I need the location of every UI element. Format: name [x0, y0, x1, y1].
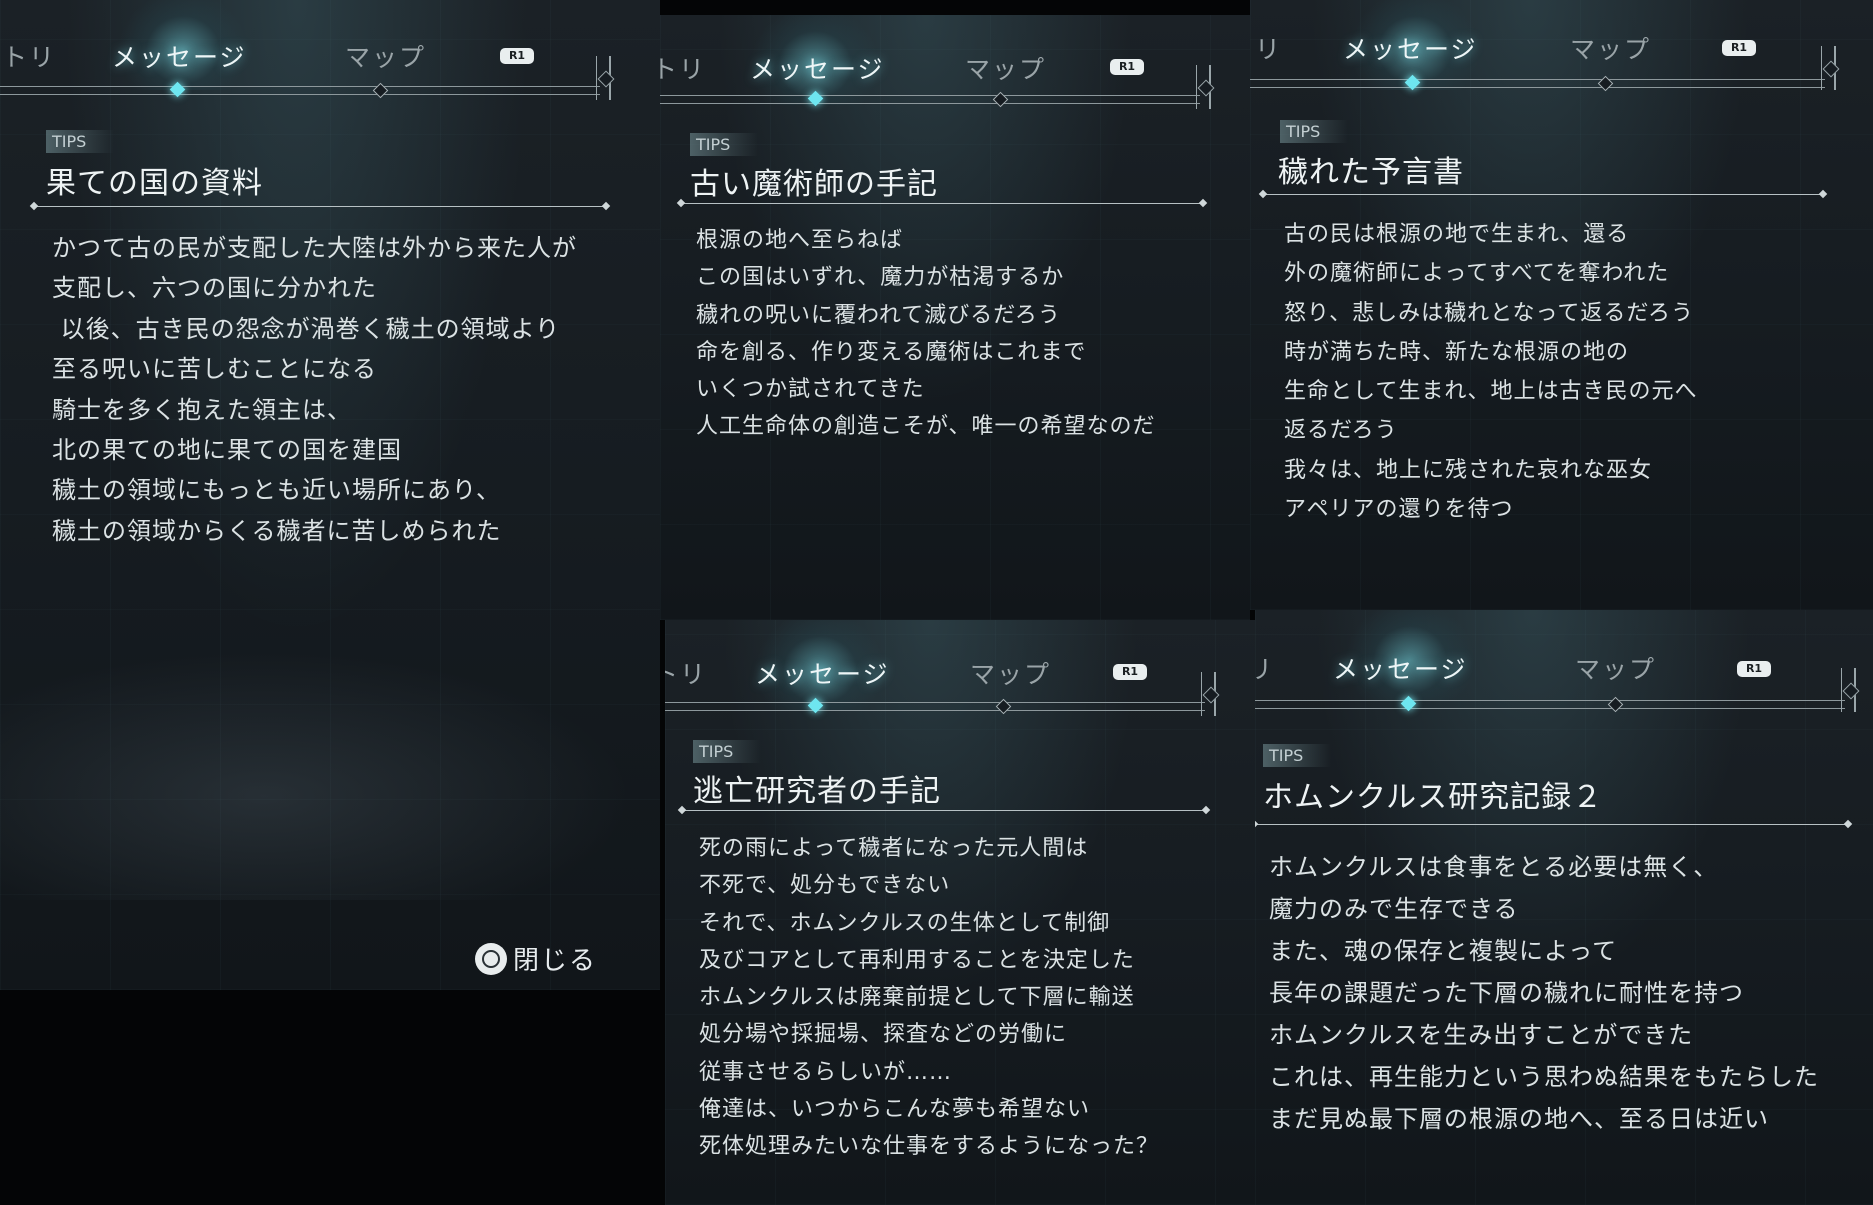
tab-story[interactable]: トリ	[1250, 30, 1282, 66]
body-line: 処分場や採掘場、探査などの労働に	[699, 1022, 1068, 1048]
tab-story[interactable]: トリ	[665, 655, 707, 691]
body-line: 死体処理みたいな仕事をするようになった？	[699, 1134, 1160, 1160]
tips-body: 古の民は根源の地で生まれ、還る 外の魔術師によってすべてを奪われた 怒り、悲しみ…	[1284, 215, 1698, 529]
body-line: 至る呪いに苦しむことになる	[52, 355, 377, 384]
body-line: ホムンクルスを生み出すことができた	[1269, 1021, 1694, 1049]
body-line: これは、再生能力という思わぬ結果をもたらした	[1269, 1063, 1819, 1091]
body-line: 根源の地へ至らねば	[696, 228, 904, 253]
tab-message[interactable]: メッセージ	[112, 38, 247, 74]
tab-story[interactable]: トリ	[660, 50, 706, 86]
body-line: ホムンクルスは食事をとる必要は無く、	[1269, 853, 1719, 881]
body-line: 穢れの呪いに覆われて滅びるだろう	[696, 302, 1061, 328]
tab-map[interactable]: マップ	[965, 50, 1046, 86]
close-button[interactable]: 閉じる	[475, 940, 597, 977]
tab-story[interactable]: トリ	[1255, 650, 1274, 686]
tips-label: TIPS	[1263, 744, 1332, 767]
body-line: 以後、古き民の怨念が渦巻く穢土の領域より	[52, 314, 561, 343]
body-line: この国はいずれ、魔力が枯渇するか	[696, 265, 1065, 291]
tab-map[interactable]: マップ	[1570, 30, 1651, 66]
tips-label: TIPS	[1280, 120, 1349, 143]
tips-title: 古い魔術師の手記	[690, 167, 938, 202]
tab-map[interactable]: マップ	[970, 655, 1051, 691]
body-line: ホムンクルスは廃棄前提として下層に輸送	[699, 985, 1135, 1011]
title-underline	[35, 206, 605, 207]
body-line: いくつか試されてきた	[696, 377, 925, 403]
tab-message[interactable]: メッセージ	[755, 655, 890, 691]
tab-rail	[1250, 74, 1825, 92]
r1-button-icon[interactable]: R1	[500, 48, 534, 64]
tab-map[interactable]: マップ	[345, 38, 426, 74]
tab-message[interactable]: メッセージ	[750, 50, 885, 86]
body-line: 長年の課題だった下層の穢れに耐性を持つ	[1269, 979, 1744, 1007]
close-label: 閉じる	[513, 946, 598, 976]
tab-rail	[660, 90, 1200, 108]
body-line: 死の雨によって穢者になった元人間は	[699, 836, 1089, 861]
body-line: まだ見ぬ最下層の根源の地へ、至る日は近い	[1269, 1105, 1769, 1133]
title-underline	[1255, 824, 1847, 825]
tab-map[interactable]: マップ	[1575, 650, 1656, 686]
r1-button-icon[interactable]: R1	[1110, 59, 1144, 75]
title-underline	[1264, 194, 1822, 195]
tips-label: TIPS	[46, 130, 115, 153]
body-line: 及びコアとして再利用することを決定した	[699, 947, 1135, 973]
tips-label: TIPS	[693, 740, 762, 763]
body-line: 怒り、悲しみは穢れとなって返るだろう	[1284, 300, 1695, 326]
circle-button-icon	[475, 942, 507, 975]
body-line: それで、ホムンクルスの生体として制御	[699, 910, 1111, 936]
tips-title: 穢れた予言書	[1278, 155, 1464, 190]
body-line: 従事させるらしいが……	[699, 1059, 953, 1085]
tab-story[interactable]: トリ	[2, 38, 56, 74]
title-underline	[683, 810, 1205, 811]
tips-title: ホムンクルス研究記録２	[1263, 780, 1604, 815]
message-panel-1: トリ メッセージ マップ R1 TIPS 果ての国の資料 かつて古の民が支配した…	[0, 0, 660, 990]
message-panel-4: トリ メッセージ マップ R1 TIPS 逃亡研究者の手記 死の雨によって穢者に…	[665, 620, 1255, 1205]
body-line: かつて古の民が支配した大陸は外から来た人が	[52, 234, 577, 262]
body-line: 北の果ての地に果ての国を建国	[52, 436, 402, 465]
tab-message[interactable]: メッセージ	[1333, 650, 1468, 686]
body-line: 命を創る、作り変える魔術はこれまで	[696, 339, 1087, 365]
body-line: 俺達は、いつからこんな夢も希望ない	[699, 1097, 1091, 1123]
body-line: 騎士を多く抱えた領主は、	[52, 395, 352, 424]
r1-button-icon[interactable]: R1	[1722, 40, 1756, 56]
tab-message[interactable]: メッセージ	[1343, 30, 1478, 66]
body-line: アペリアの還りを待つ	[1284, 497, 1514, 523]
body-line: 魔力のみで生存できる	[1269, 895, 1519, 923]
message-panel-2: トリ メッセージ マップ R1 TIPS 古い魔術師の手記 根源の地へ至らねば …	[660, 15, 1250, 620]
body-line: 穢土の領域にもっとも近い場所にあり、	[52, 476, 502, 505]
tips-body: 根源の地へ至らねば この国はいずれ、魔力が枯渇するか 穢れの呪いに覆われて滅びる…	[696, 222, 1156, 446]
body-line: 古の民は根源の地で生まれ、還る	[1284, 222, 1630, 247]
body-line: 我々は、地上に残された哀れな巫女	[1284, 457, 1653, 483]
tips-body: ホムンクルスは食事をとる必要は無く、 魔力のみで生存できる また、魂の保存と複製…	[1269, 846, 1819, 1140]
tab-rail	[665, 697, 1205, 715]
body-line: 不死で、処分もできない	[699, 873, 951, 899]
tab-bar: トリ メッセージ マップ R1	[660, 15, 1250, 115]
tab-bar: トリ メッセージ マップ R1	[665, 620, 1255, 720]
title-underline	[682, 203, 1202, 204]
tab-rail	[0, 81, 600, 99]
r1-button-icon[interactable]: R1	[1737, 661, 1771, 677]
body-line: 人工生命体の創造こそが、唯一の希望なのだ	[696, 414, 1156, 440]
tips-title: 果ての国の資料	[46, 166, 263, 201]
r1-button-icon[interactable]: R1	[1113, 664, 1147, 680]
tips-title: 逃亡研究者の手記	[693, 774, 941, 809]
fog-decoration	[0, 640, 660, 900]
body-line: 穢土の領域からくる穢者に苦しめられた	[52, 516, 502, 545]
tips-body: 死の雨によって穢者になった元人間は 不死で、処分もできない それで、ホムンクルス…	[699, 830, 1159, 1166]
body-line: 生命として生まれ、地上は古き民の元へ	[1284, 379, 1698, 405]
message-panel-3: トリ メッセージ マップ R1 TIPS 穢れた予言書 古の民は根源の地で生まれ…	[1250, 0, 1873, 610]
tips-label: TIPS	[690, 133, 759, 156]
tab-bar: トリ メッセージ マップ R1	[1250, 0, 1873, 100]
tips-body: かつて古の民が支配した大陸は外から来た人が 支配し、六つの国に分かれた 以後、古…	[52, 228, 577, 551]
message-panel-5: トリ メッセージ マップ R1 TIPS ホムンクルス研究記録２ ホムンクルスは…	[1255, 610, 1873, 1205]
tab-bar: トリ メッセージ マップ R1	[1255, 610, 1873, 713]
tab-bar: トリ メッセージ マップ R1	[0, 0, 660, 100]
body-line: 時が満ちた時、新たな根源の地の	[1284, 339, 1630, 365]
body-line: 返るだろう	[1284, 418, 1398, 444]
body-line: 支配し、六つの国に分かれた	[52, 274, 377, 303]
body-line: また、魂の保存と複製によって	[1269, 937, 1618, 965]
tab-rail	[1255, 695, 1845, 713]
body-line: 外の魔術師によってすべてを奪われた	[1284, 261, 1670, 287]
